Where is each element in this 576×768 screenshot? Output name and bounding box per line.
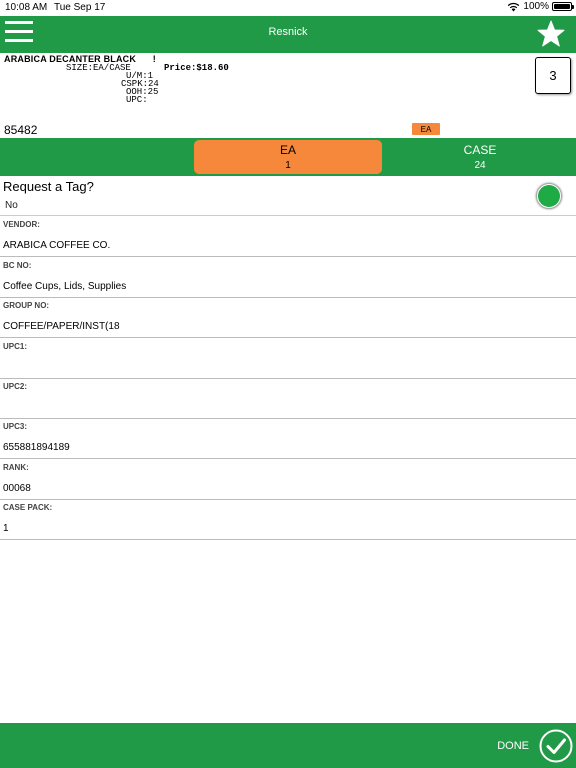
uom-option-case[interactable]: CASE 24 bbox=[386, 140, 574, 174]
quantity-box[interactable]: 3 bbox=[535, 57, 571, 94]
field-row-vendor: VENDOR: ARABICA COFFEE CO. bbox=[0, 216, 576, 257]
field-value: 00068 bbox=[3, 483, 31, 494]
field-row-case-pack: CASE PACK: 1 bbox=[0, 499, 576, 540]
field-row-bc-no: BC NO: Coffee Cups, Lids, Supplies bbox=[0, 257, 576, 298]
battery-icon bbox=[552, 2, 574, 11]
field-label: UPC2: bbox=[3, 382, 28, 391]
toggle-dot-icon bbox=[538, 185, 560, 207]
field-value: ARABICA COFFEE CO. bbox=[3, 240, 111, 251]
uom-option-ea[interactable]: EA 1 bbox=[194, 140, 382, 174]
checkmark-circle-icon bbox=[539, 729, 573, 763]
field-value: Coffee Cups, Lids, Supplies bbox=[3, 281, 127, 292]
field-value: 655881894189 bbox=[3, 442, 70, 453]
status-indicators: 100% bbox=[507, 1, 574, 12]
request-tag-row: Request a Tag? No bbox=[0, 176, 576, 216]
battery-percent: 100% bbox=[523, 1, 549, 12]
request-tag-value: No bbox=[5, 200, 18, 211]
field-label: CASE PACK: bbox=[3, 503, 53, 512]
hamburger-icon-line bbox=[5, 39, 33, 42]
item-flag: ! bbox=[152, 54, 156, 64]
star-icon bbox=[537, 20, 565, 47]
request-tag-title: Request a Tag? bbox=[3, 179, 94, 194]
uom-selector: EA 1 CASE 24 bbox=[0, 138, 576, 176]
field-label: GROUP NO: bbox=[3, 301, 50, 310]
status-bar: 10:08 AM Tue Sep 17 100% bbox=[0, 0, 576, 16]
hamburger-icon-line bbox=[5, 21, 33, 24]
bottom-bar: DONE bbox=[0, 723, 576, 768]
item-header: ARABICA DECANTER BLACK ! SIZE:EA/CASE Pr… bbox=[0, 53, 576, 138]
status-time: 10:08 AM bbox=[5, 2, 48, 13]
field-value: 1 bbox=[3, 523, 9, 534]
field-row-rank: RANK: 00068 bbox=[0, 459, 576, 500]
field-row-upc2: UPC2: bbox=[0, 378, 576, 419]
field-label: VENDOR: bbox=[3, 220, 40, 229]
nav-title: Resnick bbox=[268, 26, 308, 38]
item-number: 85482 bbox=[4, 123, 38, 137]
field-label: UPC1: bbox=[3, 342, 28, 351]
nav-bar: Resnick bbox=[0, 16, 576, 53]
uom-option-label: CASE bbox=[463, 143, 497, 157]
item-upc: UPC: bbox=[126, 95, 148, 105]
done-label: DONE bbox=[497, 740, 529, 752]
field-label: UPC3: bbox=[3, 422, 28, 431]
uom-option-count: 1 bbox=[285, 160, 291, 171]
field-row-upc1: UPC1: bbox=[0, 338, 576, 379]
status-date: Tue Sep 17 bbox=[54, 2, 106, 13]
request-tag-toggle[interactable] bbox=[536, 183, 562, 209]
done-button[interactable]: DONE bbox=[497, 728, 573, 764]
field-label: RANK: bbox=[3, 463, 29, 472]
field-label: BC NO: bbox=[3, 261, 32, 270]
field-value: COFFEE/PAPER/INST(18 bbox=[3, 321, 120, 332]
uom-option-count: 24 bbox=[474, 160, 486, 171]
item-price: Price:$18.60 bbox=[164, 63, 229, 73]
item-size: SIZE:EA/CASE bbox=[66, 63, 131, 73]
uom-option-label: EA bbox=[279, 143, 296, 157]
field-row-group-no: GROUP NO: COFFEE/PAPER/INST(18 bbox=[0, 297, 576, 338]
wifi-icon bbox=[508, 2, 520, 11]
field-row-upc3: UPC3: 655881894189 bbox=[0, 418, 576, 459]
unit-badge: EA bbox=[412, 123, 440, 135]
favorite-button[interactable] bbox=[536, 19, 566, 49]
